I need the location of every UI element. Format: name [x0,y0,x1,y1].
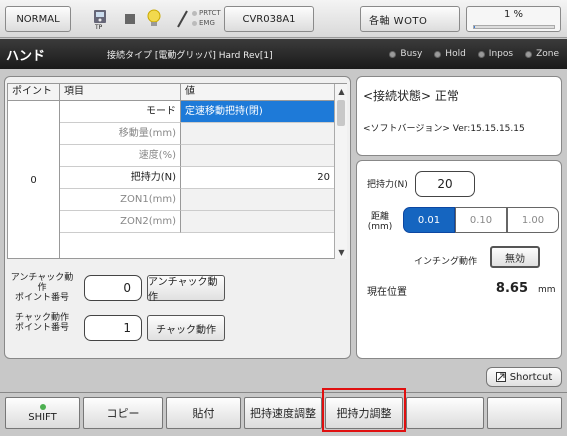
program-button[interactable]: CVR038A1 [224,6,314,32]
table-row-value[interactable] [181,123,334,145]
header-value: 値 [181,84,334,101]
position-value: 8.65 [495,281,528,296]
table-row-value[interactable] [181,189,334,211]
grip-force-label: 把持力(N) [367,180,408,190]
hold-indicator: Hold [434,49,466,59]
point-table: ポイント 項目 値 0 モード 定速移動把持(閉) 移動量(mm) 速度(%) 把持力(… [7,83,347,259]
table-scrollbar[interactable]: ▲ ▼ [334,84,347,259]
unchuck-button[interactable]: アンチャック動作 [147,275,225,303]
chuck-button[interactable]: チャック動作 [147,315,225,341]
table-row-value[interactable]: 20 [181,167,334,189]
scroll-up-icon[interactable]: ▲ [335,84,348,98]
grip-speed-adjust-button[interactable]: 把持速度調整 [244,397,322,429]
software-version: <ソフトバージョン> Ver:15.15.15.15 [363,124,525,134]
mode-button[interactable]: NORMAL [5,6,71,32]
copy-button[interactable]: コピー [83,397,163,429]
shortcut-button[interactable]: Shortcut [486,367,562,387]
speed-override[interactable]: 1 % [466,6,561,32]
table-row-item: 速度(%) [60,145,181,167]
function-key-6[interactable] [406,397,484,429]
table-row-value[interactable] [181,145,334,167]
grip-force-adjust-button[interactable]: 把持力調整 [325,397,403,429]
table-row-value[interactable]: 定速移動把持(閉) [181,101,334,123]
speed-bar-fill [474,26,475,28]
connection-type: 接続タイプ [電動グリッパ] Hard Rev[1] [107,50,273,61]
speed-value: 1 % [503,9,524,20]
top-bar: NORMAL TP PRTCT EMG CVR038A1 各軸 WOTO 1 % [0,0,567,38]
distance-selector[interactable]: 0.01 0.10 1.00 [403,207,559,233]
jog-axis-button[interactable]: 各軸 WOTO [360,6,460,32]
table-row-item: ZON1(mm) [60,189,181,211]
position-unit: mm [538,285,556,295]
status-indicators: Busy Hold Inpos Zone [389,49,559,59]
connection-status: <接続状態> 正常 [363,89,459,103]
title-bar: ハンド 接続タイプ [電動グリッパ] Hard Rev[1] Busy Hold… [0,39,567,69]
shift-button[interactable]: SHIFT [5,397,80,429]
distance-option-0-10[interactable]: 0.10 [455,207,507,233]
lamp-icon [144,8,164,30]
speed-bar [473,25,555,29]
scroll-thumb[interactable] [337,100,345,126]
table-row-value[interactable] [181,211,334,233]
pen-icon [172,8,192,30]
header-item: 項目 [60,84,181,101]
position-label: 現在位置 [367,287,407,298]
grip-force-input[interactable]: 20 [415,171,475,197]
busy-indicator: Busy [389,49,422,59]
stop-icon [120,8,140,30]
table-row-item: モード [60,101,181,123]
unchuck-point-label: アンチャック動作 ポイント番号 [10,273,74,303]
point-number: 0 [8,101,60,259]
teach-pendant-icon: TP [90,8,110,31]
chuck-point-label: チャック動作 ポイント番号 [14,313,69,333]
header-point: ポイント [8,84,60,101]
safety-status: PRTCT EMG [192,8,221,28]
inpos-indicator: Inpos [477,49,513,59]
page-title: ハンド [6,48,46,64]
unchuck-point-input[interactable]: 0 [84,275,142,301]
table-row-item: 把持力(N) [60,167,181,189]
distance-option-1-00[interactable]: 1.00 [507,207,559,233]
chuck-point-input[interactable]: 1 [84,315,142,341]
scroll-down-icon[interactable]: ▼ [335,245,348,259]
shift-indicator-icon [39,403,46,410]
shortcut-icon [495,372,506,382]
inching-label: インチング動作 [414,257,478,267]
zone-indicator: Zone [525,49,559,59]
table-row-item: 移動量(mm) [60,123,181,145]
inching-toggle[interactable]: 無効 [490,246,540,268]
paste-button[interactable]: 貼付 [166,397,241,429]
point-panel: ポイント 項目 値 0 モード 定速移動把持(閉) 移動量(mm) 速度(%) 把持力(… [4,76,351,359]
function-key-7[interactable] [487,397,562,429]
distance-label: 距離 (mm) [367,212,393,232]
status-panel: <接続状態> 正常 <ソフトバージョン> Ver:15.15.15.15 [356,76,562,156]
distance-option-0-01[interactable]: 0.01 [403,207,455,233]
table-row-item: ZON2(mm) [60,211,181,233]
